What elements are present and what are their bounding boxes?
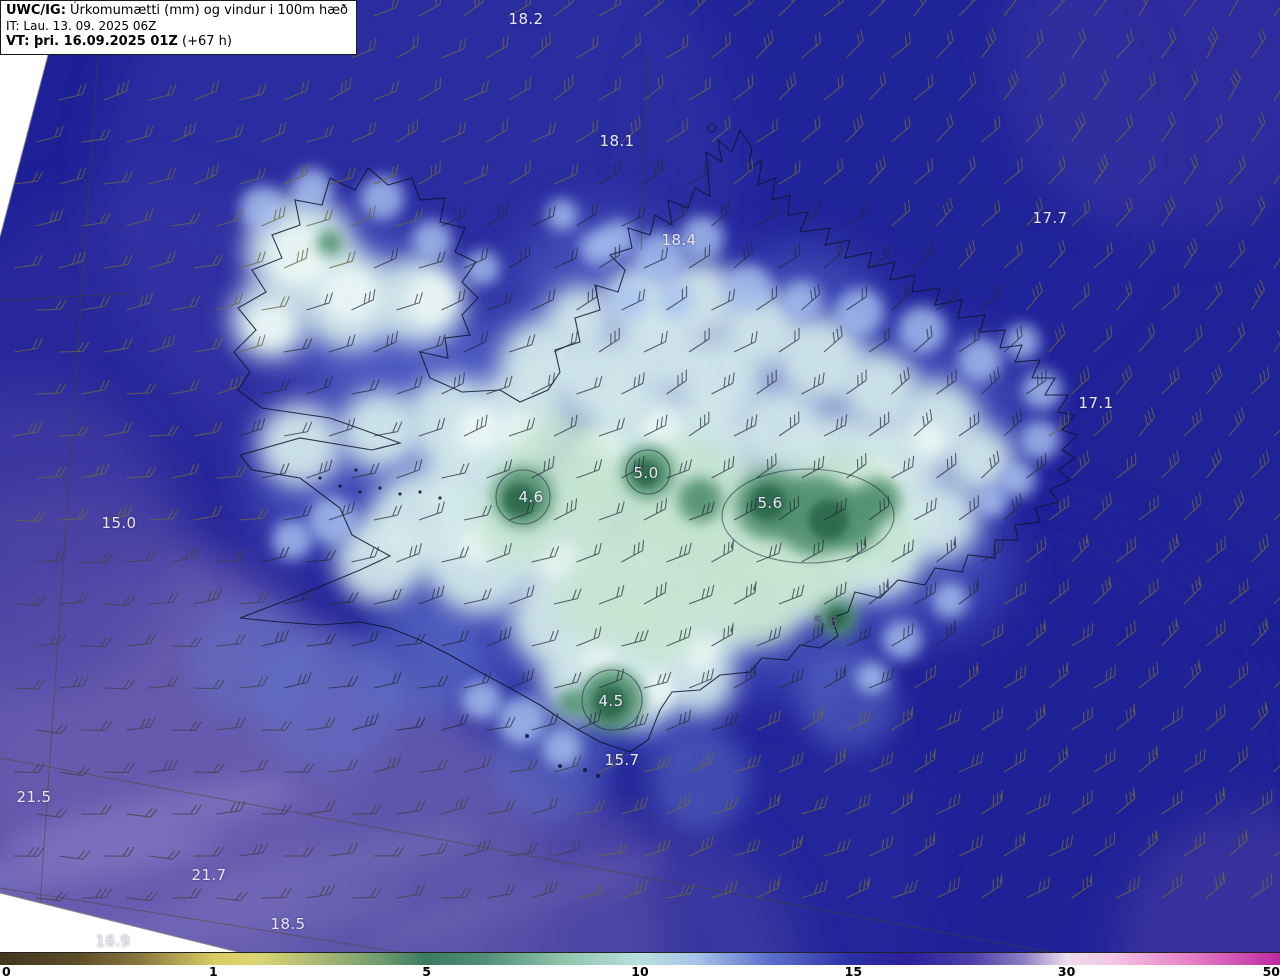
init-time-line: IT: Lau. 13. 09. 2025 06Z: [6, 19, 157, 34]
product-title: Úrkomumætti (mm) og vindur i 100m hæð: [65, 3, 348, 18]
valid-time-offset: (+67 h): [177, 34, 232, 50]
colorbar-tick: 15: [844, 964, 863, 978]
colorbar-ticks: 0 1 5 10 15 30 50: [0, 964, 1280, 978]
colorbar-tick: 30: [1057, 964, 1076, 978]
colorbar-tick: 1: [209, 964, 218, 978]
colorbar-tick: 10: [631, 964, 649, 978]
valid-time: VT: þri. 16.09.2025 01Z: [6, 34, 178, 50]
product-label: UWC/IG:: [6, 3, 66, 18]
colorbar-tick: 0: [2, 964, 11, 978]
product-title-line: UWC/IG: Úrkomumætti (mm) og vindur i 100…: [6, 3, 348, 19]
precipitation-field: [0, 0, 1280, 978]
weather-map-viewport: 18.2 18.1 18.4 17.7 17.1 15.0 4.6 5.0 5.6 5.6 4.5 1…: [0, 0, 1280, 978]
colorbar-tick: 50: [1262, 964, 1280, 978]
map-canvas: [0, 0, 1280, 978]
valid-time-line: VT: þri. 16.09.2025 01Z (+67 h): [6, 34, 348, 50]
map-title-box: UWC/IG: Úrkomumætti (mm) og vindur i 100…: [0, 0, 357, 55]
colorbar-tick: 5: [422, 964, 431, 978]
precipitation-colorbar: 0 1 5 10 15 30 50: [0, 952, 1280, 978]
